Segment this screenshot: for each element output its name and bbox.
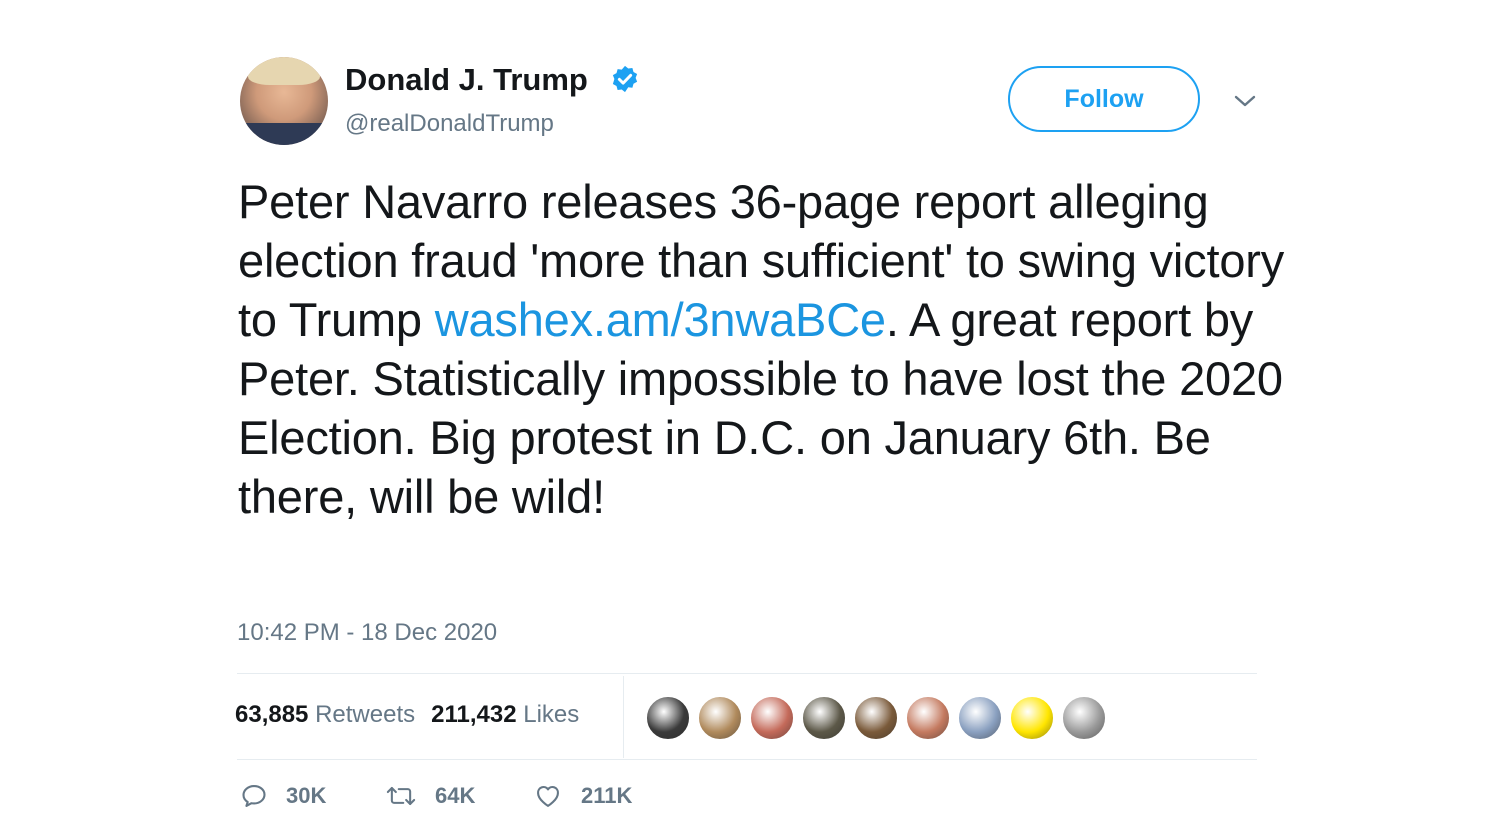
avatar-hair <box>248 57 320 85</box>
liker-avatar[interactable] <box>1009 695 1055 741</box>
author-name[interactable]: Donald J. Trump <box>345 62 588 98</box>
tweet-timestamp[interactable]: 10:42 PM - 18 Dec 2020 <box>237 619 497 647</box>
avatar[interactable] <box>240 57 328 145</box>
divider <box>237 673 1257 674</box>
liker-avatar[interactable] <box>801 695 847 741</box>
likes-label: Likes <box>523 701 580 728</box>
divider <box>237 759 1257 760</box>
author-handle[interactable]: @realDonaldTrump <box>345 110 554 138</box>
chevron-down-icon[interactable] <box>1232 90 1258 112</box>
liker-avatar[interactable] <box>645 695 691 741</box>
retweet-button[interactable]: 64K <box>385 782 475 810</box>
liker-avatar[interactable] <box>749 695 795 741</box>
reply-button[interactable]: 30K <box>240 782 326 810</box>
like-button[interactable]: 211K <box>533 782 632 810</box>
follow-button[interactable]: Follow <box>1008 66 1200 132</box>
likes-count: 211,432 <box>431 701 517 728</box>
retweets-count: 63,885 <box>235 701 309 728</box>
liker-avatar[interactable] <box>1061 695 1107 741</box>
tweet-card: Donald J. Trump @realDonaldTrump Follow … <box>0 0 1500 822</box>
heart-icon <box>537 786 559 807</box>
retweets-stat[interactable]: 63,885 Retweets <box>235 701 415 728</box>
retweets-label: Retweets <box>315 701 416 728</box>
retweet-icon <box>386 786 416 806</box>
reply-icon <box>242 785 266 807</box>
engagement-stats: 63,885 Retweets 211,432 Likes <box>235 701 579 729</box>
liker-avatar[interactable] <box>697 695 743 741</box>
tweet-text: Peter Navarro releases 36-page report al… <box>238 172 1288 526</box>
avatar-suit <box>240 123 328 145</box>
liker-avatar[interactable] <box>853 695 899 741</box>
like-count: 211K <box>581 783 633 808</box>
liker-avatar[interactable] <box>905 695 951 741</box>
stats-separator <box>623 676 624 758</box>
tweet-link[interactable]: washex.am/3nwaBCe <box>435 293 886 346</box>
retweet-count: 64K <box>435 783 476 808</box>
liker-avatar[interactable] <box>957 695 1003 741</box>
likes-stat[interactable]: 211,432 Likes <box>431 701 579 728</box>
reply-count: 30K <box>286 783 327 808</box>
verified-badge-icon <box>612 65 638 93</box>
